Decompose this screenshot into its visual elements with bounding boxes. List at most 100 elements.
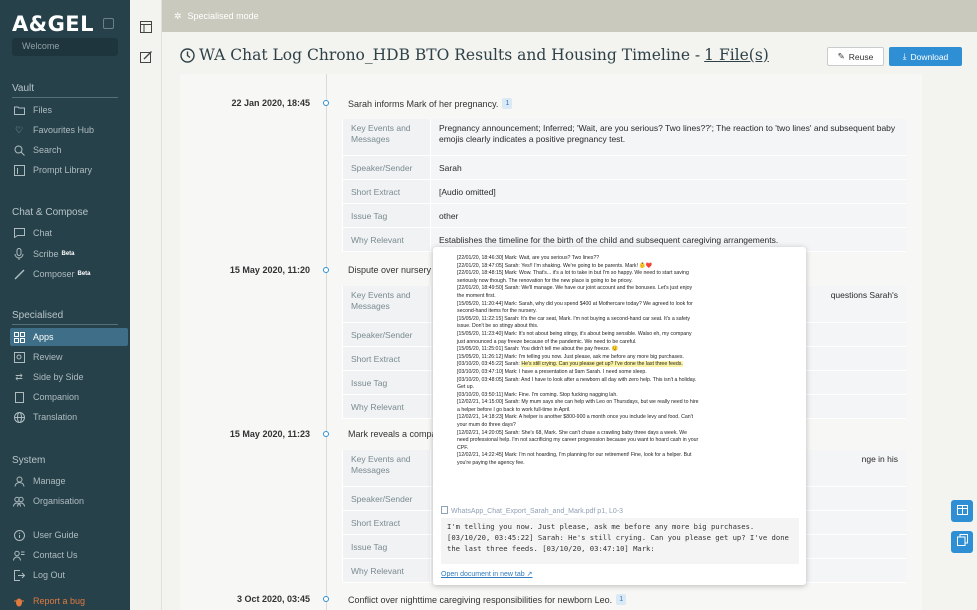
beta-badge: Beta <box>61 251 75 257</box>
row-value-text: nge in his <box>861 454 898 464</box>
library-icon <box>12 163 26 177</box>
copy-icon <box>956 533 968 551</box>
entry-summary-text: Conflict over nighttime caregiving respo… <box>348 594 613 605</box>
entry-summary: Dispute over nursery <box>348 265 431 275</box>
copy-button[interactable] <box>951 531 973 553</box>
table-row: Short Extract [Audio omitted] <box>342 180 906 204</box>
sparkle-icon: ✲ <box>174 10 182 21</box>
sidebar-item-composer[interactable]: Composer Beta <box>12 265 128 283</box>
document-line: [03/10/20, 03:48:05] Sarah: And I have t… <box>457 376 697 383</box>
sidebar-item-files[interactable]: Files <box>12 101 128 119</box>
reuse-button[interactable]: ✎ Reuse <box>827 47 884 66</box>
sidebar-item-log-out[interactable]: Log Out <box>12 566 128 584</box>
sidebar-item-translation[interactable]: Translation <box>12 408 128 426</box>
entry-summary-text: Mark reveals a compa <box>348 429 437 439</box>
open-document-link[interactable]: Open document in new tab ↗ <box>441 570 532 578</box>
globe-icon <box>12 410 26 424</box>
citation-badge[interactable]: 1 <box>616 594 627 605</box>
highlighted-text: He's still crying. Can you please get up… <box>521 361 683 368</box>
page-title-text: WA Chat Log Chrono_HDB BTO Results and H… <box>199 46 701 64</box>
download-button[interactable]: ⤓ Download <box>889 47 962 66</box>
panel-layout-icon[interactable] <box>140 20 152 33</box>
sidebar-item-user-guide[interactable]: User Guide <box>12 526 128 544</box>
sidebar-item-favourites[interactable]: ♡ Favourites Hub <box>12 121 128 139</box>
row-label: Speaker/Sender <box>342 323 430 346</box>
document-line: [15/05/20, 11:25:01] Sarah: You didn't t… <box>457 346 619 353</box>
entry-summary-text: Dispute over nursery <box>348 265 432 275</box>
document-line: your mum do three days? <box>457 422 516 429</box>
citation-badge[interactable]: 1 <box>502 98 513 109</box>
sidebar-item-report-bug[interactable]: Report a bug <box>12 592 128 610</box>
entry-date: 15 May 2020, 11:23 <box>229 429 310 439</box>
document-icon <box>12 390 26 404</box>
info-circle-icon <box>12 528 26 542</box>
clock-icon <box>180 47 195 63</box>
pencil-icon <box>12 267 26 281</box>
source-file-name: WhatsApp_Chat_Export_Sarah_and_Mark.pdf … <box>451 507 623 515</box>
document-line: [22/01/20, 18:46:30] Mark: Wait, are you… <box>457 255 600 261</box>
sidebar-item-label: Chat <box>33 228 53 238</box>
row-label: Speaker/Sender <box>342 487 430 510</box>
sidebar-item-apps[interactable]: Apps <box>10 328 128 346</box>
document-line: Get up. <box>457 384 475 391</box>
timeline-line <box>326 74 327 610</box>
document-line: [12/02/21, 14:18:23] Mark: A helper is a… <box>457 414 694 421</box>
document-line: second-hand items for the nursery. <box>457 308 537 315</box>
entry-summary: Conflict over nighttime caregiving respo… <box>348 594 627 605</box>
sidebar-item-label: Contact Us <box>33 550 78 560</box>
folder-icon <box>12 103 26 117</box>
sidebar-item-side-by-side[interactable]: ⇄ Side by Side <box>12 368 128 386</box>
citation-preview-popup[interactable]: [22/01/20, 18:46:30] Mark: Wait, are you… <box>433 247 806 585</box>
side-panel-button[interactable] <box>951 500 973 522</box>
section-title-vault: Vault <box>12 83 35 94</box>
document-line: [12/02/21, 14:20:05] Sarah: She's 68, Ma… <box>457 429 687 436</box>
table-icon <box>956 502 968 520</box>
mode-label: Specialised mode <box>187 11 259 21</box>
sidebar-item-prompt-library[interactable]: Prompt Library <box>12 161 128 179</box>
sidebar-item-label: Organisation <box>33 496 85 506</box>
microphone-icon <box>12 247 26 261</box>
sidebar-item-search[interactable]: Search <box>12 141 128 159</box>
document-line: [22/01/20, 18:48:15] Mark: Wow. That's..… <box>457 270 689 277</box>
sidebar-item-companion[interactable]: Companion <box>12 388 128 406</box>
row-label: Issue Tag <box>342 371 430 394</box>
document-line: [15/05/20, 11:20:44] Mark: Sarah, why di… <box>457 300 693 307</box>
document-line: [12/02/21, 14:15:00] Sarah: My mum says … <box>457 399 699 406</box>
edit-icon[interactable] <box>140 50 152 63</box>
entry-summary-text: Sarah informs Mark of her pregnancy. <box>348 98 499 109</box>
sidebar-item-label: Report a bug <box>33 596 86 606</box>
document-line: [12/02/21, 14:22:45] Mark: I'm not hoard… <box>457 452 692 459</box>
app-logo[interactable]: A&GEL <box>12 12 94 36</box>
entry-summary: Sarah informs Mark of her pregnancy. 1 <box>348 98 513 109</box>
row-value: Pregnancy announcement; Inferred; 'Wait,… <box>430 119 906 155</box>
sidebar-item-scribe[interactable]: Scribe Beta <box>12 245 128 263</box>
sidebar-item-label: Manage <box>33 476 66 486</box>
beta-badge: Beta <box>77 271 91 277</box>
cited-excerpt: I'm telling you now. Just please, ask me… <box>441 518 799 564</box>
page-title: WA Chat Log Chrono_HDB BTO Results and H… <box>180 46 769 64</box>
source-file-ref[interactable]: WhatsApp_Chat_Export_Sarah_and_Mark.pdf … <box>441 506 623 516</box>
table-row: Issue Tag other <box>342 204 906 228</box>
table-row: Speaker/Sender Sarah <box>342 156 906 180</box>
document-line: CPF. <box>457 444 469 451</box>
download-icon: ⤓ <box>902 51 907 61</box>
row-label: Issue Tag <box>342 204 430 227</box>
sidebar-item-review[interactable]: Review <box>12 348 128 366</box>
files-link[interactable]: 1 File(s) <box>704 46 769 64</box>
icon-rail <box>130 0 162 610</box>
row-label: Short Extract <box>342 347 430 370</box>
sidebar-toggle-icon[interactable] <box>103 18 114 29</box>
sidebar-item-contact-us[interactable]: Contact Us <box>12 546 128 564</box>
sidebar-item-label: Log Out <box>33 570 66 580</box>
sidebar-item-label: Translation <box>33 412 78 422</box>
users-icon <box>12 494 26 508</box>
sidebar-item-organisation[interactable]: Organisation <box>12 492 128 510</box>
document-line: just announced a pay freeze because of t… <box>457 338 637 345</box>
swap-arrows-icon: ⇄ <box>15 371 23 382</box>
sidebar-item-label: User Guide <box>33 530 79 540</box>
document-line: you're paying the agency fee. <box>457 460 525 467</box>
timeline-dot <box>323 100 329 106</box>
timeline-dot <box>323 596 329 602</box>
sidebar-item-chat[interactable]: Chat <box>12 224 128 242</box>
sidebar-item-manage[interactable]: Manage <box>12 472 128 490</box>
